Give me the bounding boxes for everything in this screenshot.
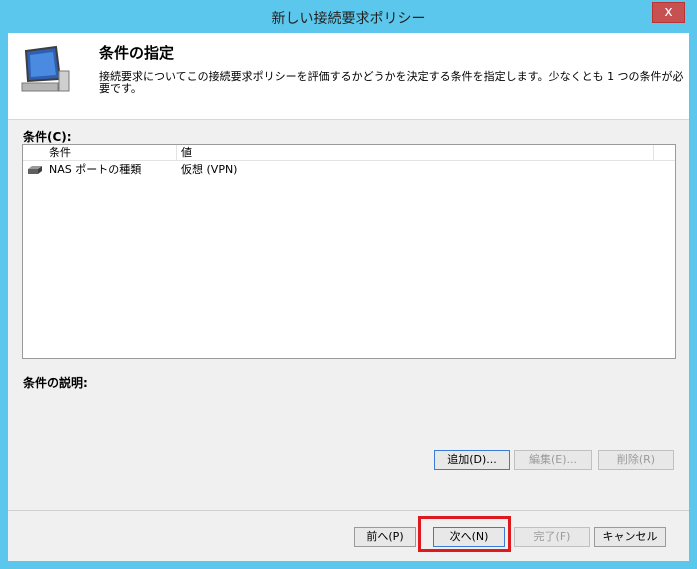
nas-port-icon xyxy=(28,166,42,174)
monitor-icon xyxy=(21,45,70,92)
condition-description-label: 条件の説明: xyxy=(23,376,88,390)
finish-button[interactable]: 完了(F) xyxy=(514,527,590,547)
page-title: 条件の指定 xyxy=(99,44,175,62)
conditions-list[interactable]: 条件 値 NAS ポートの種類 仮想 (VPN) xyxy=(22,144,676,359)
cancel-button[interactable]: キャンセル xyxy=(594,527,666,547)
column-value[interactable]: 値 xyxy=(177,145,654,160)
delete-button[interactable]: 削除(R) xyxy=(598,450,674,470)
conditions-label: 条件(C): xyxy=(23,130,72,144)
wizard-header: 条件の指定 接続要求についてこの接続要求ポリシーを評価するかどうかを決定する条件… xyxy=(8,33,689,120)
close-button[interactable]: x xyxy=(652,2,685,23)
close-icon: x xyxy=(664,4,673,20)
back-button[interactable]: 前へ(P) xyxy=(354,527,416,547)
title-bar[interactable]: 新しい接続要求ポリシー x xyxy=(0,0,697,33)
wizard-window: 新しい接続要求ポリシー x 条件の指定 接続要求についてこの接続要求ポリシーを評… xyxy=(0,0,697,569)
client-area: 条件の指定 接続要求についてこの接続要求ポリシーを評価するかどうかを決定する条件… xyxy=(8,33,689,561)
row-condition: NAS ポートの種類 xyxy=(49,163,142,176)
page-description: 接続要求についてこの接続要求ポリシーを評価するかどうかを決定する条件を指定します… xyxy=(99,70,684,95)
edit-button[interactable]: 編集(E)... xyxy=(514,450,592,470)
table-row[interactable]: NAS ポートの種類 仮想 (VPN) xyxy=(23,162,675,178)
column-condition[interactable]: 条件 xyxy=(23,145,177,160)
list-header: 条件 値 xyxy=(23,145,675,161)
add-button[interactable]: 追加(D)... xyxy=(434,450,510,470)
next-button-highlight xyxy=(418,516,511,552)
row-value: 仮想 (VPN) xyxy=(181,163,238,176)
window-title: 新しい接続要求ポリシー xyxy=(271,11,426,27)
separator xyxy=(8,510,689,511)
